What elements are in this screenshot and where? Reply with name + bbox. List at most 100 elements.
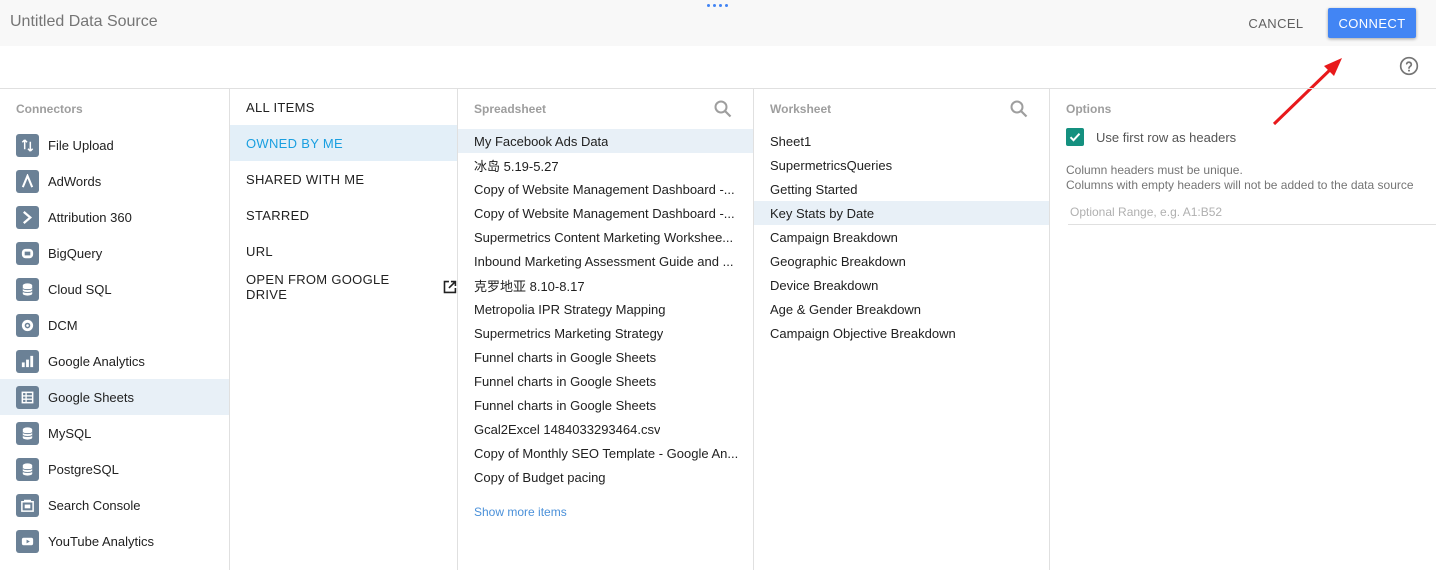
connector-bigquery[interactable]: BigQuery	[0, 235, 229, 271]
spreadsheet-item-label: Funnel charts in Google Sheets	[474, 373, 657, 389]
connector-postgresql[interactable]: PostgreSQL	[0, 451, 229, 487]
worksheet-item-label: Age & Gender Breakdown	[770, 301, 922, 317]
search-console-icon	[16, 493, 39, 517]
spreadsheet-item-label: Copy of Website Management Dashboard -..…	[474, 205, 735, 221]
spreadsheet-item[interactable]: Supermetrics Content Marketing Workshee.…	[458, 225, 753, 249]
spreadsheet-item[interactable]: Copy of Website Management Dashboard -..…	[458, 177, 753, 201]
connectors-list: File Upload AdWords Attribution 360 BigQ…	[0, 127, 229, 559]
spreadsheet-item[interactable]: Metropolia IPR Strategy Mapping	[458, 297, 753, 321]
open-in-new-icon	[443, 280, 457, 294]
worksheet-item[interactable]: Age & Gender Breakdown	[754, 297, 1049, 321]
nav-url[interactable]: URL	[230, 233, 457, 269]
spreadsheet-item[interactable]: Supermetrics Marketing Strategy	[458, 321, 753, 345]
help-icon[interactable]	[1399, 56, 1419, 76]
spreadsheet-item[interactable]: 克罗地亚 8.10-8.17	[458, 273, 753, 297]
spreadsheet-item[interactable]: My Facebook Ads Data	[458, 129, 753, 153]
search-icon[interactable]	[713, 99, 733, 119]
connector-mysql[interactable]: MySQL	[0, 415, 229, 451]
connector-cloud-sql[interactable]: Cloud SQL	[0, 271, 229, 307]
spreadsheet-item[interactable]: Funnel charts in Google Sheets	[458, 369, 753, 393]
nav-all-items[interactable]: ALL ITEMS	[230, 89, 457, 125]
spreadsheet-item[interactable]: Gcal2Excel 1484033293464.csv	[458, 417, 753, 441]
cancel-button[interactable]: CANCEL	[1238, 8, 1314, 38]
spreadsheet-item[interactable]: Copy of Website Management Dashboard -..…	[458, 201, 753, 225]
worksheet-item[interactable]: Getting Started	[754, 177, 1049, 201]
worksheet-item-label: Key Stats by Date	[770, 205, 875, 221]
connect-button[interactable]: CONNECT	[1328, 8, 1416, 38]
connector-dcm[interactable]: DCM	[0, 307, 229, 343]
use-first-row-label: Use first row as headers	[1096, 129, 1237, 145]
connector-search-console[interactable]: Search Console	[0, 487, 229, 523]
drag-handle-icon[interactable]	[707, 4, 731, 8]
spreadsheet-item[interactable]: Inbound Marketing Assessment Guide and .…	[458, 249, 753, 273]
spreadsheet-item-label: Inbound Marketing Assessment Guide and .…	[474, 253, 734, 269]
connector-file-upload[interactable]: File Upload	[0, 127, 229, 163]
spreadsheet-item-label: Supermetrics Marketing Strategy	[474, 325, 664, 341]
spreadsheet-item-label: Funnel charts in Google Sheets	[474, 397, 657, 413]
connectors-header: Connectors	[16, 102, 83, 116]
worksheet-list: Sheet1 SupermetricsQueries Getting Started…	[754, 129, 1049, 345]
nav-open-from-google-drive[interactable]: OPEN FROM GOOGLE DRIVE	[230, 269, 457, 305]
connector-label: Google Analytics	[48, 353, 145, 369]
connector-label: Attribution 360	[48, 209, 132, 225]
spreadsheet-list: My Facebook Ads Data 冰岛 5.19-5.27 Copy of …	[458, 129, 753, 489]
worksheet-item-label: Device Breakdown	[770, 277, 879, 293]
youtube-icon	[16, 529, 39, 553]
options-header: Options	[1066, 102, 1112, 116]
dcm-icon	[16, 313, 39, 337]
show-more-items-link[interactable]: Show more items	[458, 505, 753, 519]
connector-label: PostgreSQL	[48, 461, 119, 477]
analytics-icon	[16, 349, 39, 373]
connector-label: DCM	[48, 317, 78, 333]
worksheet-item[interactable]: SupermetricsQueries	[754, 153, 1049, 177]
worksheet-item[interactable]: Campaign Objective Breakdown	[754, 321, 1049, 345]
spreadsheet-item[interactable]: Funnel charts in Google Sheets	[458, 345, 753, 369]
nav-label: ALL ITEMS	[246, 99, 315, 115]
adwords-icon	[16, 169, 39, 193]
worksheet-item-label: Sheet1	[770, 133, 812, 149]
column-headers-note: Column headers must be unique. Columns w…	[1050, 163, 1436, 193]
connector-google-analytics[interactable]: Google Analytics	[0, 343, 229, 379]
bigquery-icon	[16, 241, 39, 265]
optional-range-input[interactable]	[1068, 199, 1436, 225]
spreadsheet-item[interactable]: Copy of Budget pacing	[458, 465, 753, 489]
spreadsheet-item[interactable]: Copy of Monthly SEO Template - Google An…	[458, 441, 753, 465]
worksheet-item[interactable]: Device Breakdown	[754, 273, 1049, 297]
data-source-title[interactable]: Untitled Data Source	[10, 13, 158, 31]
worksheet-item[interactable]: Campaign Breakdown	[754, 225, 1049, 249]
spreadsheet-item-label: Supermetrics Content Marketing Workshee.…	[474, 229, 734, 245]
nav-label: URL	[246, 243, 273, 259]
connector-adwords[interactable]: AdWords	[0, 163, 229, 199]
connector-label: MySQL	[48, 425, 92, 441]
worksheet-panel: Worksheet Sheet1 SupermetricsQueries Getti…	[754, 89, 1050, 570]
spreadsheet-item-label: 冰岛 5.19-5.27	[474, 158, 559, 174]
use-first-row-checkbox[interactable]	[1066, 128, 1084, 146]
nav-label: STARRED	[246, 207, 310, 223]
use-first-row-row[interactable]: Use first row as headers	[1050, 127, 1436, 147]
spreadsheet-item-label: Metropolia IPR Strategy Mapping	[474, 301, 666, 317]
location-nav-panel: ALL ITEMS OWNED BY ME SHARED WITH ME STA…	[230, 89, 458, 570]
spreadsheet-item-label: 克罗地亚 8.10-8.17	[474, 278, 585, 294]
search-icon[interactable]	[1009, 99, 1029, 119]
connector-google-sheets[interactable]: Google Sheets	[0, 379, 229, 415]
nav-label: SHARED WITH ME	[246, 171, 365, 187]
spreadsheet-item[interactable]: Funnel charts in Google Sheets	[458, 393, 753, 417]
spreadsheet-item-label: Gcal2Excel 1484033293464.csv	[474, 421, 661, 437]
connector-label: AdWords	[48, 173, 102, 189]
database-icon	[16, 277, 39, 301]
connector-label: YouTube Analytics	[48, 533, 154, 549]
worksheet-item[interactable]: Key Stats by Date	[754, 201, 1049, 225]
nav-starred[interactable]: STARRED	[230, 197, 457, 233]
nav-shared-with-me[interactable]: SHARED WITH ME	[230, 161, 457, 197]
connector-label: Cloud SQL	[48, 281, 112, 297]
connector-attribution-360[interactable]: Attribution 360	[0, 199, 229, 235]
connector-label: Google Sheets	[48, 389, 135, 405]
connector-youtube-analytics[interactable]: YouTube Analytics	[0, 523, 229, 559]
note-line-1: Column headers must be unique.	[1066, 163, 1243, 177]
nav-owned-by-me[interactable]: OWNED BY ME	[230, 125, 457, 161]
worksheet-item[interactable]: Geographic Breakdown	[754, 249, 1049, 273]
worksheet-item[interactable]: Sheet1	[754, 129, 1049, 153]
nav-label: OPEN FROM GOOGLE DRIVE	[246, 272, 390, 302]
spreadsheet-item[interactable]: 冰岛 5.19-5.27	[458, 153, 753, 177]
nav-label: OWNED BY ME	[246, 135, 343, 151]
